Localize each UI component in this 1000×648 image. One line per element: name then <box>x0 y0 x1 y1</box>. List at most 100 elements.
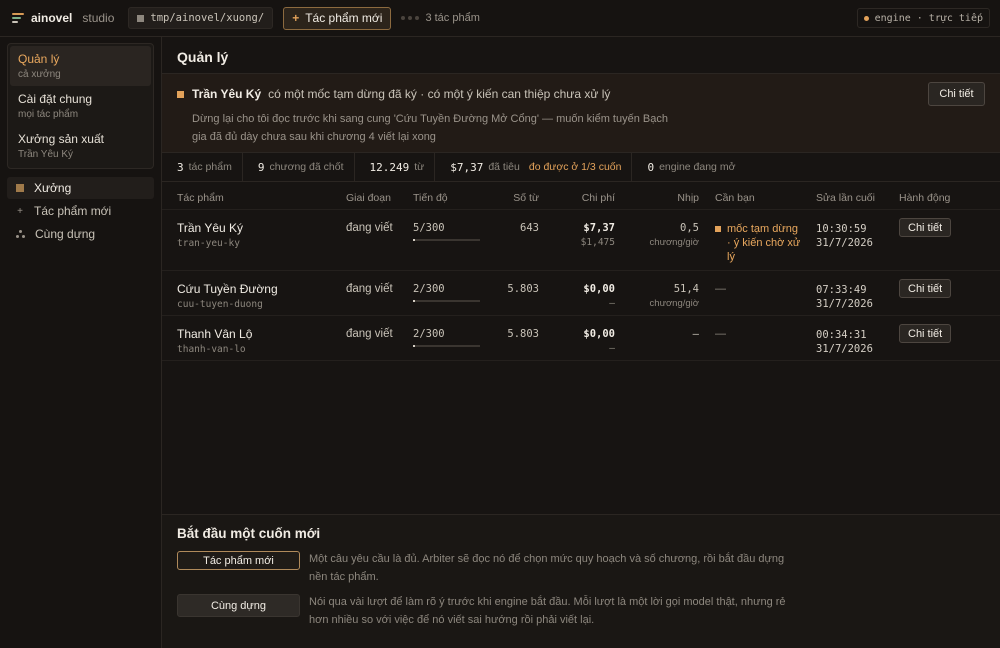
logo-icon <box>12 13 24 23</box>
work-slug: thanh-van-lo <box>177 344 246 355</box>
col-pace[interactable]: Nhịp <box>629 192 699 204</box>
status-dot-icon <box>863 15 869 21</box>
table-row[interactable]: Cứu Tuyền Đường cuu-tuyen-duong đang viế… <box>162 271 1000 316</box>
work-name[interactable]: Thanh Vân Lộ <box>177 327 252 341</box>
alert-message: Dừng lại cho tôi đọc trước khi sang cung… <box>192 113 668 143</box>
pace-unit: chương/giờ <box>649 237 699 248</box>
alert-details-button[interactable]: Chi tiết <box>928 82 985 106</box>
sidebar-item-title: Quản lý <box>18 52 60 66</box>
pace-cell: 0,5 chương/giờ <box>629 222 699 248</box>
col-needs[interactable]: Cần bạn <box>715 192 755 204</box>
needs-cell[interactable]: mốc tạm dừng · ý kiến chờ xử lý <box>715 222 803 264</box>
brand[interactable]: ainovel studio <box>12 11 114 25</box>
start-new-title: Bắt đầu một cuốn mới <box>177 526 321 541</box>
start-option-desc: Nói qua vài lượt để làm rõ ý trước khi e… <box>309 596 786 626</box>
word-count: 643 <box>520 222 539 234</box>
nav-item-workshop[interactable]: Xưởng <box>7 177 154 199</box>
sidebar-item-subtitle: Trần Yêu Ký <box>18 149 74 160</box>
plus-icon: + <box>17 205 23 217</box>
progress-bar <box>413 239 480 241</box>
nav-label: Xưởng <box>34 181 72 195</box>
stat-label: engine đang mở <box>659 161 736 173</box>
work-cell: Trần Yêu Ký tran-yeu-ky <box>177 221 243 249</box>
alert-icon <box>177 90 184 98</box>
needs-value: — <box>715 328 726 340</box>
stat-value: 12.249 <box>369 160 410 174</box>
col-words[interactable]: Số từ <box>489 192 539 204</box>
attention-banner: Trần Yêu Ký có một mốc tạm dừng đã ký · … <box>162 73 1000 153</box>
stat-spent: $7,37 đã tiêu đo được ở 1/3 cuốn <box>435 152 633 182</box>
top-bar: ainovel studio tmp/ainovel/xuong/ + Tác … <box>0 0 1000 37</box>
start-option-new-work: Tác phẩm mới Một câu yêu cầu là đủ. Arbi… <box>177 551 789 586</box>
stat-value: $7,37 <box>450 160 484 174</box>
sidebar: Quản lý cả xưởng Cài đặt chung mọi tác p… <box>0 37 162 648</box>
work-name[interactable]: Trần Yêu Ký <box>177 221 243 235</box>
co-build-icon <box>16 230 25 238</box>
pace-unit: chương/giờ <box>649 298 699 309</box>
col-updated[interactable]: Sửa lần cuối <box>816 192 875 204</box>
col-cost[interactable]: Chi phí <box>555 192 615 204</box>
table-row[interactable]: Trần Yêu Ký tran-yeu-ky đang viết 5/300 … <box>162 210 1000 271</box>
works-count: 3 tác phẩm <box>425 12 480 24</box>
stat-works: 3 tác phẩm <box>162 152 243 182</box>
brand-name: ainovel <box>31 11 73 25</box>
sidebar-item-title: Cài đặt chung <box>18 92 93 106</box>
updated-time: 10:30:59 <box>816 223 867 235</box>
start-new-work-button[interactable]: Tác phẩm mới <box>177 551 300 570</box>
plus-icon: + <box>292 11 300 25</box>
col-stage[interactable]: Giai đoạn <box>346 192 391 204</box>
stage-value: đang viết <box>346 222 393 234</box>
nav-item-co-build[interactable]: Cùng dựng <box>7 223 154 245</box>
stat-engines: 0 engine đang mở <box>632 153 745 182</box>
stat-chapters: 9 chương đã chốt <box>243 152 355 182</box>
stat-label: tác phẩm <box>188 161 232 173</box>
nav-label: Cùng dựng <box>35 227 96 241</box>
cost-value: $0,00 <box>583 283 615 295</box>
col-work[interactable]: Tác phẩm <box>177 192 224 204</box>
work-cell: Thanh Vân Lộ thanh-van-lo <box>177 327 252 355</box>
cost-value: $0,00 <box>583 328 615 340</box>
row-details-button[interactable]: Chi tiết <box>899 218 952 237</box>
work-slug: tran-yeu-ky <box>177 238 240 249</box>
nav-label: Tác phẩm mới <box>34 204 112 218</box>
engine-status[interactable]: engine · trực tiếp <box>856 8 990 28</box>
stat-value: 0 <box>647 160 655 174</box>
stat-label: từ <box>414 161 425 173</box>
square-icon <box>16 184 24 192</box>
col-action: Hành động <box>899 192 951 204</box>
sidebar-item-management[interactable]: Quản lý cả xưởng <box>10 46 151 86</box>
cost-cell: $0,00 — <box>555 328 615 354</box>
sidebar-item-title: Xưởng sản xuất <box>18 132 104 146</box>
main-panel: Quản lý Trần Yêu Ký có một mốc tạm dừng … <box>162 37 1000 648</box>
stat-label: đã tiêu <box>488 161 520 173</box>
progress-cell: 5/300 <box>413 222 480 241</box>
alert-work-name: Trần Yêu Ký <box>192 87 262 101</box>
word-count: 5.803 <box>507 283 539 295</box>
work-slug: cuu-tuyen-duong <box>177 299 263 310</box>
cost-sub-value: — <box>609 343 615 354</box>
works-table: Tác phẩm Giai đoạn Tiến độ Số từ Chi phí… <box>162 182 1000 361</box>
workspace-path[interactable]: tmp/ainovel/xuong/ <box>128 7 274 29</box>
col-progress[interactable]: Tiến độ <box>413 192 448 204</box>
work-name[interactable]: Cứu Tuyền Đường <box>177 282 278 296</box>
cost-cell: $0,00 — <box>555 283 615 309</box>
updated-cell: 00:34:31 31/7/2026 <box>816 328 873 356</box>
row-details-button[interactable]: Chi tiết <box>899 324 952 343</box>
stage-value: đang viết <box>346 283 393 295</box>
nav-item-new-work[interactable]: + Tác phẩm mới <box>7 200 154 222</box>
sidebar-item-workshop[interactable]: Xưởng sản xuất Trần Yêu Ký <box>10 126 151 166</box>
sidebar-item-settings[interactable]: Cài đặt chung mọi tác phẩm <box>10 86 151 126</box>
cost-value: $7,37 <box>583 222 615 234</box>
workspace-path-text: tmp/ainovel/xuong/ <box>150 12 265 24</box>
updated-date: 31/7/2026 <box>816 343 873 355</box>
row-details-button[interactable]: Chi tiết <box>899 279 952 298</box>
needs-icon <box>715 226 721 232</box>
pace-cell: — <box>629 328 699 343</box>
table-row[interactable]: Thanh Vân Lộ thanh-van-lo đang viết 2/30… <box>162 316 1000 361</box>
stat-label: chương đã chốt <box>269 161 344 173</box>
new-work-button[interactable]: + Tác phẩm mới <box>283 6 392 30</box>
progress-cell: 2/300 <box>413 283 480 302</box>
start-co-build-button[interactable]: Cùng dựng <box>177 594 300 617</box>
progress-bar <box>413 345 480 347</box>
progress-cell: 2/300 <box>413 328 480 347</box>
